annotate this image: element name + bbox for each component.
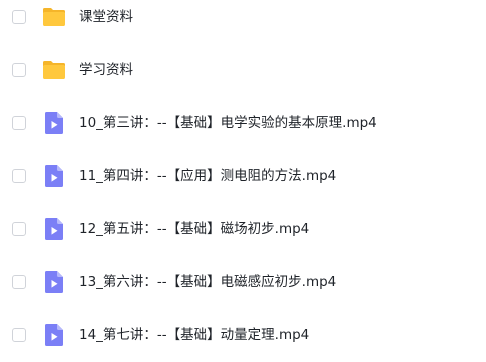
file-row[interactable]: 学习资料 [0, 44, 486, 97]
select-checkbox[interactable] [12, 222, 26, 236]
file-row[interactable]: 12_第五讲：--【基础】磁场初步.mp4 [0, 203, 486, 256]
folder-icon [42, 5, 66, 29]
folder-icon [42, 58, 66, 82]
file-name[interactable]: 11_第四讲：--【应用】测电阻的方法.mp4 [79, 150, 336, 203]
select-checkbox[interactable] [12, 275, 26, 289]
file-row[interactable]: 课堂资料 [0, 0, 486, 44]
file-row[interactable]: 14_第七讲：--【基础】动量定理.mp4 [0, 309, 486, 362]
file-row[interactable]: 11_第四讲：--【应用】测电阻的方法.mp4 [0, 150, 486, 203]
file-list: 课堂资料 学习资料 10_第三讲：--【基础】电学实验的基本原理.mp4 11_… [0, 0, 486, 362]
select-checkbox[interactable] [12, 328, 26, 342]
select-checkbox[interactable] [12, 63, 26, 77]
file-row[interactable]: 10_第三讲：--【基础】电学实验的基本原理.mp4 [0, 97, 486, 150]
video-file-icon [42, 164, 66, 188]
file-name[interactable]: 12_第五讲：--【基础】磁场初步.mp4 [79, 203, 309, 256]
file-row[interactable]: 13_第六讲：--【基础】电磁感应初步.mp4 [0, 256, 486, 309]
video-file-icon [42, 323, 66, 347]
video-file-icon [42, 111, 66, 135]
select-checkbox[interactable] [12, 116, 26, 130]
file-name[interactable]: 14_第七讲：--【基础】动量定理.mp4 [79, 309, 309, 362]
file-name[interactable]: 学习资料 [79, 44, 133, 97]
file-name[interactable]: 10_第三讲：--【基础】电学实验的基本原理.mp4 [79, 97, 377, 150]
file-name[interactable]: 13_第六讲：--【基础】电磁感应初步.mp4 [79, 256, 336, 309]
select-checkbox[interactable] [12, 169, 26, 183]
select-checkbox[interactable] [12, 10, 26, 24]
file-name[interactable]: 课堂资料 [79, 0, 133, 44]
video-file-icon [42, 270, 66, 294]
video-file-icon [42, 217, 66, 241]
